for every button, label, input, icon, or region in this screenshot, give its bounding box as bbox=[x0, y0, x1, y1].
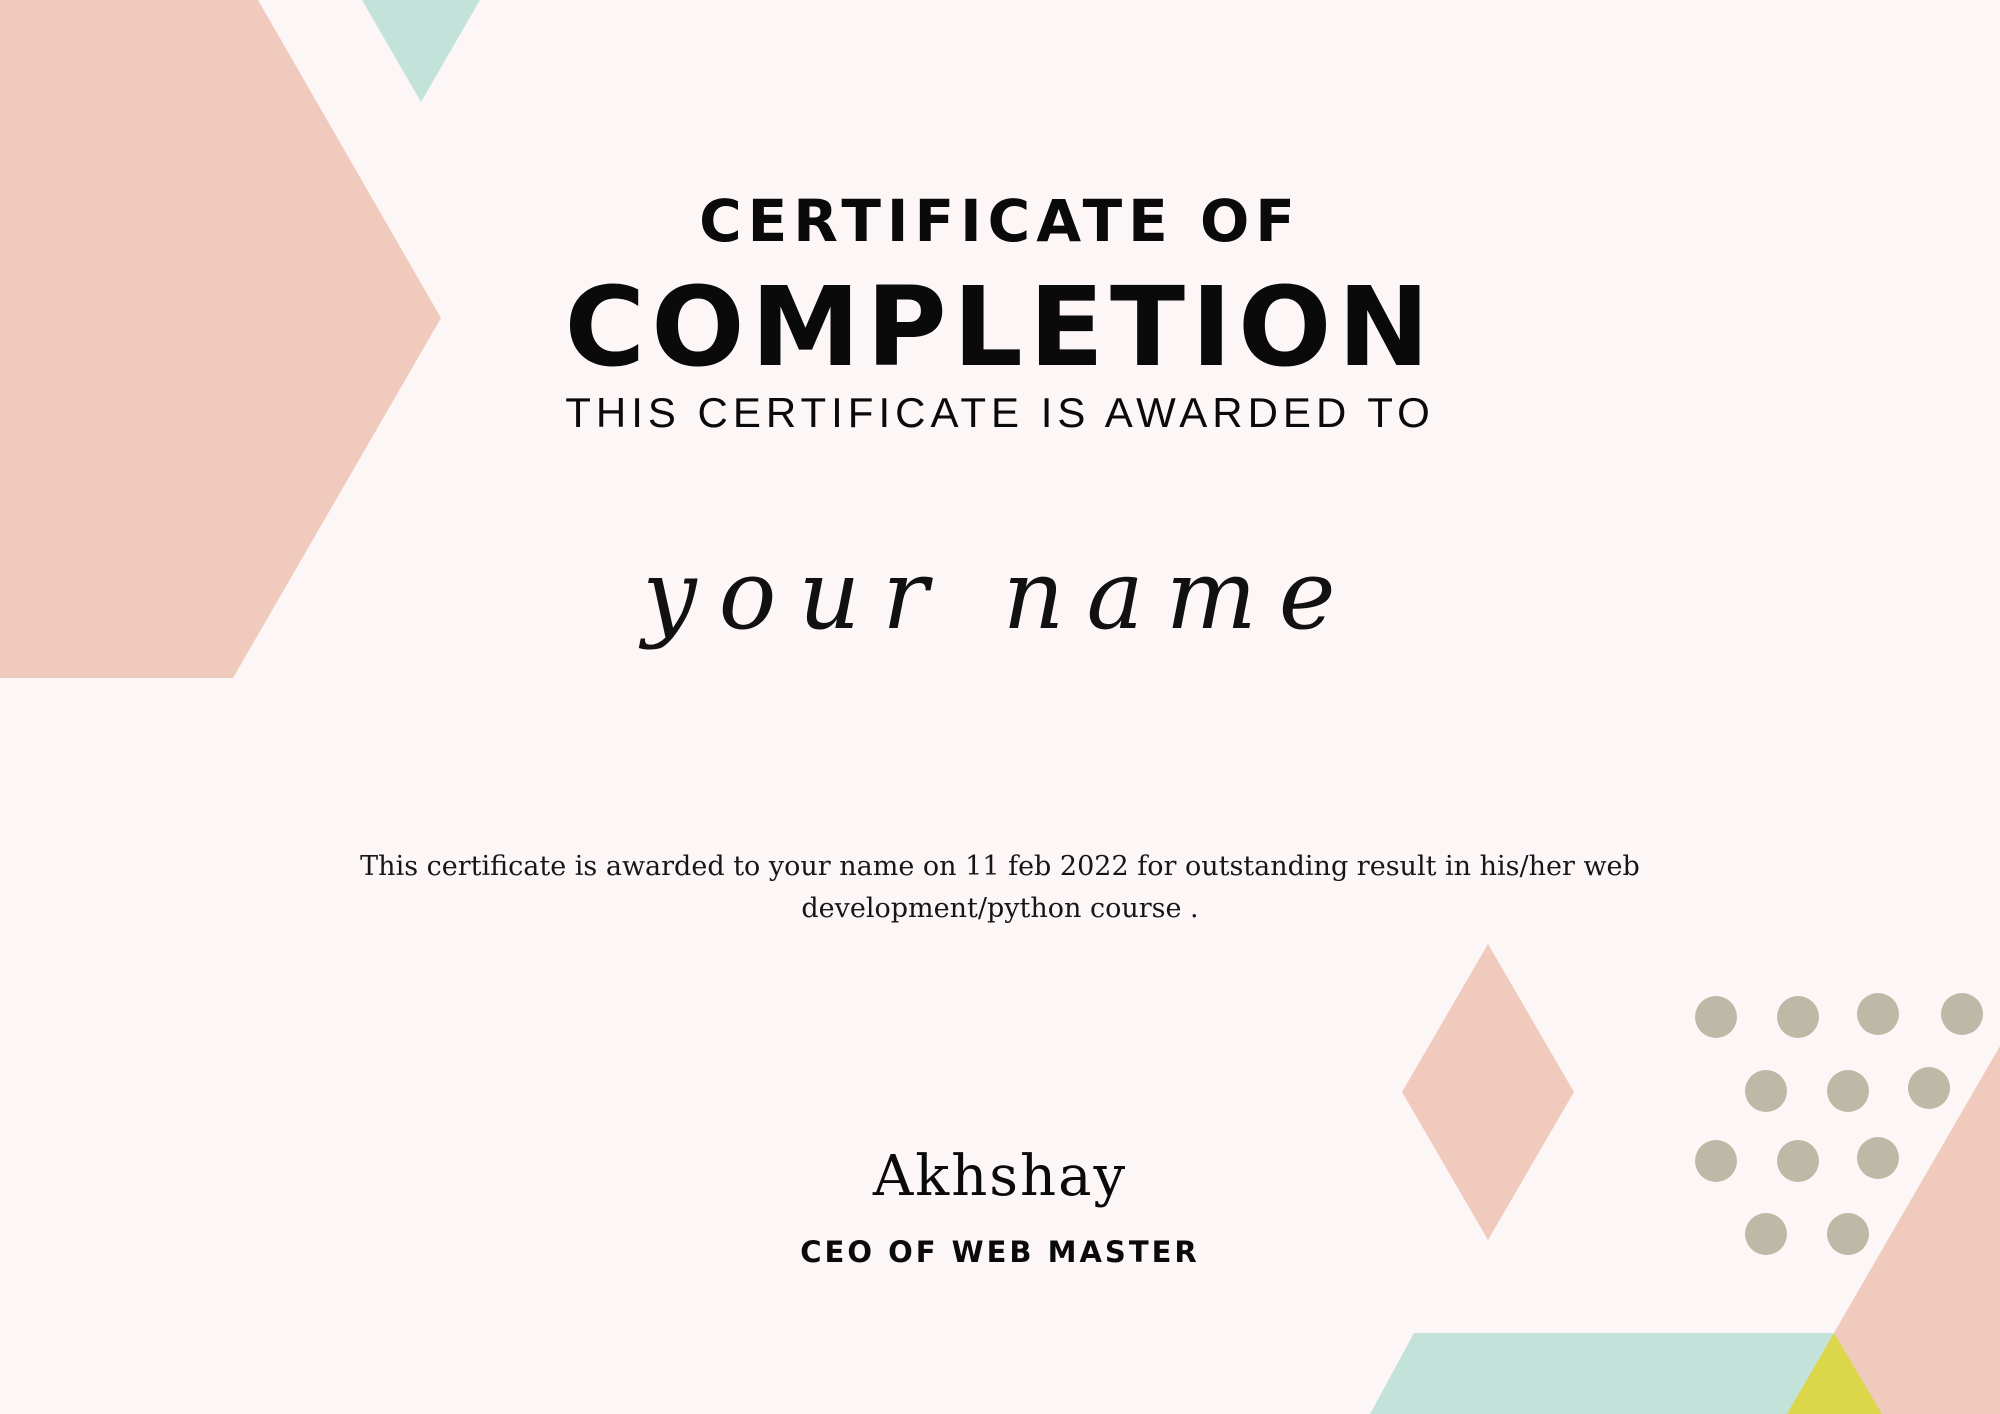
signer-name: Akhshay bbox=[872, 1144, 1128, 1209]
dot bbox=[1908, 1067, 1950, 1109]
mint-band-shape bbox=[1370, 1333, 1836, 1414]
certificate-body-text: This certificate is awarded to your name… bbox=[360, 851, 1640, 924]
dot bbox=[1827, 1070, 1869, 1112]
signer-title: CEO OF WEB MASTER bbox=[800, 1235, 1200, 1269]
dot bbox=[1941, 993, 1983, 1035]
certificate-heading-main: COMPLETION bbox=[564, 263, 1436, 391]
dot bbox=[1777, 996, 1819, 1038]
mint-triangle-shape bbox=[362, 0, 480, 102]
dot bbox=[1745, 1070, 1787, 1112]
awarded-to-line: THIS CERTIFICATE IS AWARDED TO bbox=[565, 389, 1435, 436]
recipient-name: your name bbox=[642, 539, 1358, 651]
certificate-heading-top: CERTIFICATE OF bbox=[699, 187, 1301, 255]
dot bbox=[1695, 996, 1737, 1038]
dot bbox=[1857, 993, 1899, 1035]
